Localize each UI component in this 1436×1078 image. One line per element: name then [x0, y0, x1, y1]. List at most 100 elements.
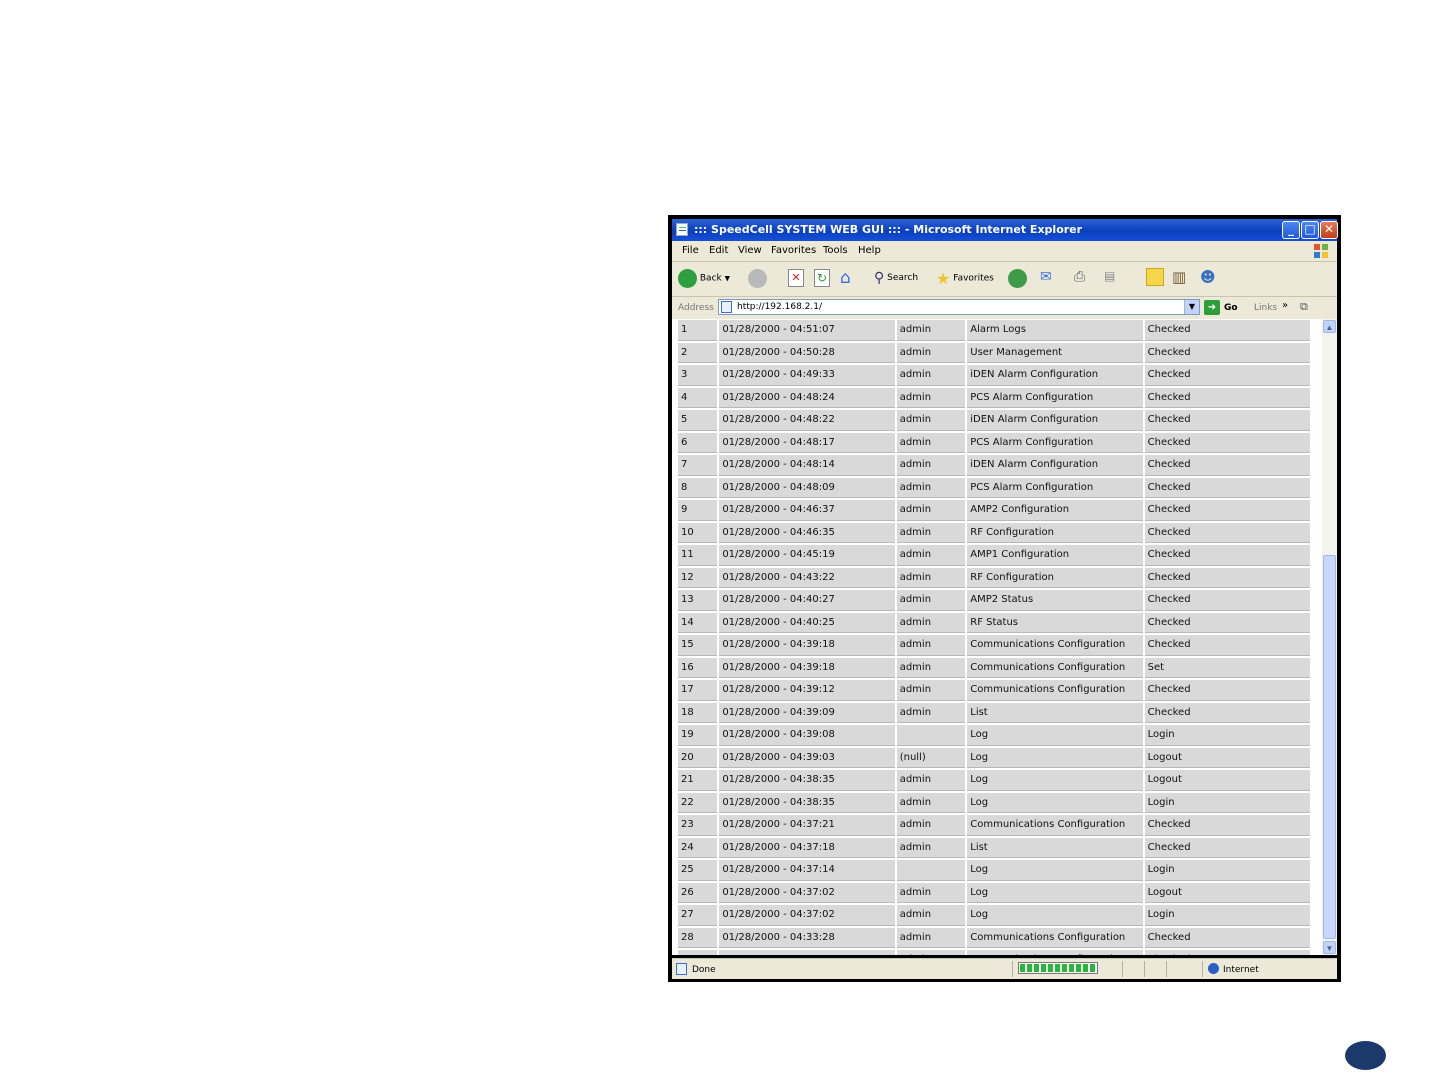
table-row: 25 01/28/2000 - 04:37:14 Log Login: [678, 860, 1310, 881]
edit-icon[interactable]: ▤: [1104, 269, 1115, 283]
menu-file[interactable]: File: [682, 245, 699, 256]
stop-icon[interactable]: ✕: [788, 269, 804, 287]
chevron-right-icon[interactable]: »: [1282, 300, 1288, 311]
window-switch-icon[interactable]: ⧉: [1300, 300, 1308, 314]
close-button[interactable]: ✕: [1320, 221, 1338, 239]
research-icon[interactable]: ▥: [1172, 268, 1186, 286]
discuss-icon[interactable]: [1146, 268, 1164, 286]
log-index-cell: 27: [678, 905, 718, 926]
title-bar[interactable]: ::: SpeedCell SYSTEM WEB GUI ::: - Micro…: [672, 219, 1338, 241]
log-index-cell: 22: [678, 792, 718, 813]
table-row: 27 01/28/2000 - 04:37:02 admin Log Login: [678, 905, 1310, 926]
messenger-icon[interactable]: ☻: [1200, 268, 1216, 286]
log-page-cell: Log: [967, 792, 1143, 813]
log-index-cell: 21: [678, 770, 718, 791]
log-user-cell: admin: [896, 815, 966, 836]
log-timestamp-cell: 01/28/2000 - 04:45:19: [719, 545, 895, 566]
menu-bar: File Edit View Favorites Tools Help: [672, 241, 1337, 262]
log-timestamp-cell: 01/28/2000 - 04:33:15: [719, 950, 895, 955]
log-action-cell: Checked: [1144, 320, 1310, 341]
scrollbar-thumb[interactable]: [1323, 555, 1336, 939]
log-user-cell: admin: [896, 612, 966, 633]
links-button[interactable]: Links: [1254, 303, 1277, 313]
toolbar: Back ▼ ✕ ↻ ⌂ ⚲ Search ★ Favorites ✉ ⎙ ▤ …: [672, 262, 1337, 297]
go-arrow-icon[interactable]: ➜: [1204, 300, 1220, 315]
window-title: ::: SpeedCell SYSTEM WEB GUI ::: - Micro…: [694, 223, 1083, 236]
menu-help[interactable]: Help: [858, 245, 881, 256]
log-page-cell: Communications Configuration: [967, 657, 1143, 678]
menu-view[interactable]: View: [738, 245, 762, 256]
address-url: http://192.168.2.1/: [737, 302, 822, 312]
log-user-cell: admin: [896, 950, 966, 955]
favorites-button[interactable]: ★ Favorites: [936, 269, 994, 288]
log-user-cell: [896, 725, 966, 746]
internet-globe-icon: [1208, 963, 1219, 974]
log-action-cell: Checked: [1144, 410, 1310, 431]
table-row: 6 01/28/2000 - 04:48:17 admin PCS Alarm Con…: [678, 432, 1310, 453]
search-button[interactable]: ⚲ Search: [874, 270, 918, 286]
back-button[interactable]: Back ▼: [678, 269, 730, 288]
refresh-icon[interactable]: ↻: [814, 269, 830, 287]
log-action-cell: Checked: [1144, 545, 1310, 566]
maximize-button[interactable]: □: [1301, 221, 1319, 239]
log-page-cell: Log: [967, 905, 1143, 926]
log-action-cell: Checked: [1144, 680, 1310, 701]
table-row: 26 01/28/2000 - 04:37:02 admin Log Logout: [678, 882, 1310, 903]
table-row: 7 01/28/2000 - 04:48:14 admin iDEN Alarm Co…: [678, 455, 1310, 476]
log-user-cell: admin: [896, 657, 966, 678]
log-page-cell: RF Configuration: [967, 522, 1143, 543]
log-user-cell: admin: [896, 680, 966, 701]
log-user-cell: admin: [896, 455, 966, 476]
log-index-cell: 26: [678, 882, 718, 903]
minimize-button[interactable]: _: [1282, 221, 1300, 239]
home-icon[interactable]: ⌂: [840, 268, 851, 288]
history-icon[interactable]: [1008, 269, 1027, 288]
log-index-cell: 16: [678, 657, 718, 678]
log-user-cell: admin: [896, 477, 966, 498]
log-index-cell: 23: [678, 815, 718, 836]
log-index-cell: 24: [678, 837, 718, 858]
address-input[interactable]: http://192.168.2.1/ ▼: [718, 299, 1200, 315]
ie-page-icon: [676, 223, 688, 236]
menu-tools[interactable]: Tools: [823, 245, 848, 256]
log-action-cell: Checked: [1144, 477, 1310, 498]
vertical-scrollbar[interactable]: ▲ ▼: [1322, 319, 1337, 955]
table-row: 13 01/28/2000 - 04:40:27 admin AMP2 Status C…: [678, 590, 1310, 611]
status-divider: [1166, 961, 1167, 977]
menu-edit[interactable]: Edit: [709, 245, 728, 256]
scroll-up-icon[interactable]: ▲: [1323, 320, 1336, 333]
address-bar: Address http://192.168.2.1/ ▼ ➜ Go Links…: [672, 297, 1337, 319]
log-page-cell: PCS Alarm Configuration: [967, 387, 1143, 408]
menu-favorites[interactable]: Favorites: [771, 245, 816, 256]
status-text: Done: [692, 965, 716, 975]
log-user-cell: admin: [896, 770, 966, 791]
log-index-cell: 14: [678, 612, 718, 633]
log-index-cell: 1: [678, 320, 718, 341]
log-index-cell: 29: [678, 950, 718, 955]
table-row: 2901/28/2000 - 04:33:15adminCommunicatio…: [678, 950, 1310, 955]
table-row: 5 01/28/2000 - 04:48:22 admin iDEN Alarm Co…: [678, 410, 1310, 431]
log-action-cell: Checked: [1144, 365, 1310, 386]
scroll-down-icon[interactable]: ▼: [1323, 941, 1336, 954]
log-index-cell: 6: [678, 432, 718, 453]
print-icon[interactable]: ⎙: [1074, 269, 1085, 285]
chevron-down-icon[interactable]: ▼: [1184, 300, 1199, 314]
log-user-cell: admin: [896, 410, 966, 431]
log-index-cell: 20: [678, 747, 718, 768]
status-divider: [1144, 961, 1145, 977]
page-status-icon: [676, 963, 687, 975]
log-action-cell: Logout: [1144, 882, 1310, 903]
log-action-cell: Checked: [1144, 432, 1310, 453]
log-user-cell: admin: [896, 702, 966, 723]
log-action-cell: Checked: [1144, 950, 1310, 955]
log-index-cell: 12: [678, 567, 718, 588]
mail-icon[interactable]: ✉: [1040, 269, 1052, 285]
log-index-cell: 2: [678, 342, 718, 363]
log-action-cell: Checked: [1144, 455, 1310, 476]
go-button[interactable]: Go: [1224, 303, 1238, 313]
progress-fill: [1020, 964, 1096, 972]
table-row: 20 01/28/2000 - 04:39:03 (null) Log Logout: [678, 747, 1310, 768]
forward-button[interactable]: [748, 269, 767, 288]
log-action-cell: Checked: [1144, 522, 1310, 543]
log-index-cell: 11: [678, 545, 718, 566]
